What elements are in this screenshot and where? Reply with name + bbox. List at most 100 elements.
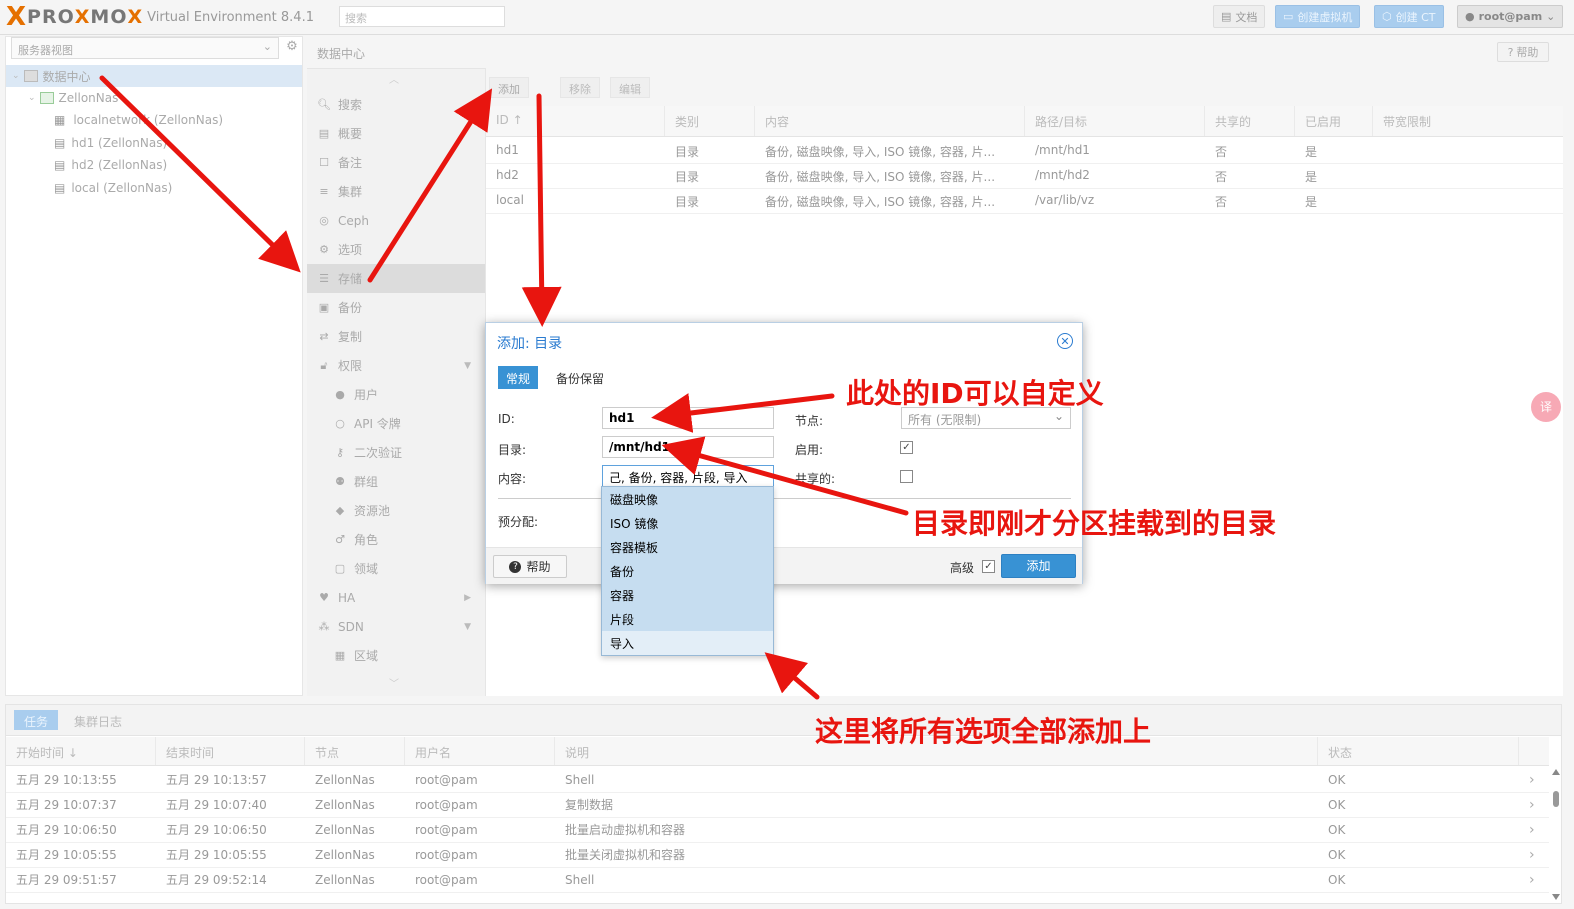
dropdown-option[interactable]: 容器 xyxy=(602,583,773,607)
table-row[interactable]: hd2 目录 备份, 磁盘映像, 导入, ISO 镜像, 容器, 片... /mnt/… xyxy=(486,163,1563,189)
nav-item-15[interactable]: ♂ 角色 xyxy=(307,525,485,554)
help-button[interactable]: ? 帮助 xyxy=(1497,42,1549,62)
add-button[interactable]: 添加 xyxy=(489,77,529,98)
dropdown-option[interactable]: 导入 xyxy=(602,631,773,655)
tree-item-node[interactable]: ⌄ ZellonNas xyxy=(6,87,302,109)
nav-item-5[interactable]: ⚙ 选项 xyxy=(307,235,485,264)
column-header-enabled[interactable]: 已启用 xyxy=(1295,106,1373,136)
create-vm-button[interactable]: ▭ 创建虚拟机 xyxy=(1275,5,1361,28)
nav-item-19[interactable]: ▦ 区域 xyxy=(307,641,485,670)
shared-checkbox[interactable] xyxy=(900,470,913,483)
tree-item-hd2[interactable]: ▤ hd2 (ZellonNas) xyxy=(6,154,302,176)
dialog-footer: ? 帮助 高级 ✓ 添加 xyxy=(486,547,1082,584)
dialog-add-button[interactable]: 添加 xyxy=(1001,554,1076,578)
nav-item-6[interactable]: ☰ 存储 xyxy=(307,264,485,293)
docs-button[interactable]: ▤ 文档 xyxy=(1213,5,1266,28)
gear-icon[interactable]: ⚙ xyxy=(283,39,301,57)
tab-backup-retention[interactable]: 备份保留 xyxy=(548,366,612,389)
column-header-status[interactable]: 状态 xyxy=(1318,737,1519,765)
book-icon: ▤ xyxy=(318,127,330,140)
dropdown-option[interactable]: 备份 xyxy=(602,559,773,583)
table-row[interactable]: 五月 29 10:06:50 五月 29 10:06:50 ZellonNas roo… xyxy=(6,817,1549,843)
tab-tasks[interactable]: 任务 xyxy=(14,710,59,730)
chevron-right-icon[interactable]: › xyxy=(1519,797,1549,813)
dialog-title: 添加: 目录 xyxy=(497,336,563,352)
nav-item-16[interactable]: ▢ 领域 xyxy=(307,554,485,583)
table-row[interactable]: hd1 目录 备份, 磁盘映像, 导入, ISO 镜像, 容器, 片... /mnt/… xyxy=(486,138,1563,164)
id-field[interactable]: hd1 xyxy=(602,407,774,429)
tasks-scrollbar[interactable] xyxy=(1551,767,1561,902)
expand-icon[interactable]: ▼ xyxy=(464,361,471,371)
translate-icon[interactable]: 译 xyxy=(1531,392,1561,422)
table-row[interactable]: local 目录 备份, 磁盘映像, 导入, ISO 镜像, 容器, 片... /va… xyxy=(486,188,1563,214)
advanced-checkbox[interactable]: ✓ xyxy=(982,560,995,573)
expand-icon[interactable]: ▶ xyxy=(464,593,471,603)
column-header-bandwidth[interactable]: 带宽限制 xyxy=(1373,106,1563,136)
nav-item-0[interactable]: 🔍︎ 搜索 xyxy=(307,90,485,119)
nav-item-7[interactable]: ▣ 备份 xyxy=(307,293,485,322)
cell-start: 五月 29 10:13:55 xyxy=(16,773,117,787)
tree-item-localnetwork[interactable]: ▦ localnetwork (ZellonNas) xyxy=(6,109,302,131)
nav-item-13[interactable]: ⚉ 群组 xyxy=(307,467,485,496)
column-header-start[interactable]: 开始时间 ↓ xyxy=(6,737,156,765)
nav-item-2[interactable]: ☐ 备注 xyxy=(307,148,485,177)
nav-item-9[interactable]: 🔓︎ 权限 ▼ xyxy=(307,351,485,380)
cell-content: 备份, 磁盘映像, 导入, ISO 镜像, 容器, 片... xyxy=(765,145,996,159)
table-row[interactable]: 五月 29 10:05:55 五月 29 10:05:55 ZellonNas roo… xyxy=(6,842,1549,868)
edit-button[interactable]: 编辑 xyxy=(610,77,650,98)
column-header-node[interactable]: 节点 xyxy=(305,737,405,765)
dropdown-option[interactable]: 磁盘映像 xyxy=(602,487,773,511)
enable-checkbox[interactable]: ✓ xyxy=(900,441,913,454)
column-header-id[interactable]: ID ↑ xyxy=(486,106,665,136)
tree-item-local[interactable]: ▤ local (ZellonNas) xyxy=(6,177,302,199)
nav-item-12[interactable]: ⚷ 二次验证 xyxy=(307,438,485,467)
remove-button[interactable]: 移除 xyxy=(560,77,600,98)
content-select[interactable]: 己, 备份, 容器, 片段, 导入 xyxy=(602,465,774,487)
cell-status: OK xyxy=(1328,797,1346,812)
nav-item-3[interactable]: ≡ 集群 xyxy=(307,177,485,206)
column-header-path[interactable]: 路径/目标 xyxy=(1025,106,1205,136)
nav-item-label: 存储 xyxy=(338,272,363,286)
chevron-right-icon[interactable]: › xyxy=(1519,772,1549,788)
nav-item-11[interactable]: ○ API 令牌 xyxy=(307,409,485,438)
table-row[interactable]: 五月 29 10:07:37 五月 29 10:07:40 ZellonNas roo… xyxy=(6,792,1549,818)
column-header-type[interactable]: 类别 xyxy=(665,106,755,136)
tree-item-hd1[interactable]: ▤ hd1 (ZellonNas) xyxy=(6,132,302,154)
cell-type: 目录 xyxy=(675,170,700,184)
nav-item-4[interactable]: ◎ Ceph xyxy=(307,206,485,235)
view-select[interactable]: 服务器视图 ⌄ xyxy=(11,37,279,59)
nav-item-14[interactable]: ◆ 资源池 xyxy=(307,496,485,525)
nav-item-10[interactable]: ● 用户 xyxy=(307,380,485,409)
table-row[interactable]: 五月 29 09:51:57 五月 29 09:52:14 ZellonNas roo… xyxy=(6,867,1549,893)
dropdown-option[interactable]: 片段 xyxy=(602,607,773,631)
cell-desc: Shell xyxy=(565,772,595,787)
tree-item-datacenter[interactable]: ⌄ 数据中心 xyxy=(6,65,302,87)
column-header-user[interactable]: 用户名 xyxy=(405,737,555,765)
nav-item-8[interactable]: ⇄ 复制 xyxy=(307,322,485,351)
scroll-down-icon[interactable]: ﹀ xyxy=(389,675,399,690)
logo-wordmark: PROXMOX xyxy=(27,6,144,28)
column-header-shared[interactable]: 共享的 xyxy=(1205,106,1295,136)
chevron-right-icon[interactable]: › xyxy=(1519,847,1549,863)
scroll-up-icon[interactable]: ︿ xyxy=(389,71,399,86)
user-menu-button[interactable]: ● root@pam ⌄ xyxy=(1457,5,1563,28)
tab-cluster-log[interactable]: 集群日志 xyxy=(64,710,132,730)
table-row[interactable]: 五月 29 10:13:55 五月 29 10:13:57 ZellonNas roo… xyxy=(6,767,1549,793)
dialog-help-button[interactable]: ? 帮助 xyxy=(493,555,567,578)
create-ct-button[interactable]: ⬡ 创建 CT xyxy=(1374,5,1444,28)
dropdown-option[interactable]: 容器模板 xyxy=(602,535,773,559)
nav-item-17[interactable]: ♥ HA ▶ xyxy=(307,583,485,612)
nav-item-18[interactable]: ⁂ SDN ▼ xyxy=(307,612,485,641)
tab-general[interactable]: 常规 xyxy=(498,366,539,389)
column-header-content[interactable]: 内容 xyxy=(755,106,1025,136)
search-input[interactable]: 搜索 xyxy=(339,6,505,27)
grid-icon: ▦ xyxy=(334,649,346,662)
chevron-right-icon[interactable]: › xyxy=(1519,822,1549,838)
nav-item-1[interactable]: ▤ 概要 xyxy=(307,119,485,148)
dropdown-option[interactable]: ISO 镜像 xyxy=(602,511,773,535)
expand-icon[interactable]: ▼ xyxy=(464,622,471,632)
chevron-right-icon[interactable]: › xyxy=(1519,872,1549,888)
close-icon[interactable]: ✕ xyxy=(1057,333,1073,349)
column-header-end[interactable]: 结束时间 xyxy=(156,737,305,765)
directory-field[interactable]: /mnt/hd1 xyxy=(602,436,774,458)
